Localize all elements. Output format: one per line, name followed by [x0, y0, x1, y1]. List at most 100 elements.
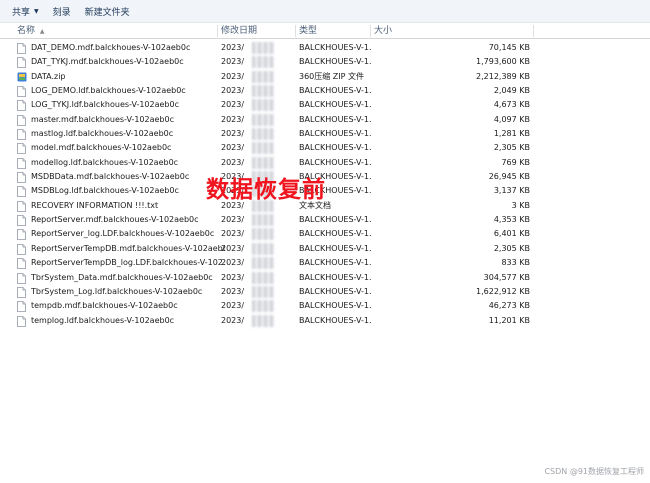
file-row[interactable]: ReportServerTempDB_log.LDF.balckhoues-V-… [0, 256, 650, 270]
file-type: BALCKHOUES-V-1... [299, 215, 371, 225]
file-type: 360压缩 ZIP 文件 [299, 71, 365, 81]
redacted-date-blur [252, 42, 274, 54]
column-date-label: 修改日期 [221, 26, 258, 36]
file-name: templog.ldf.balckhoues-V-102aeb0c [31, 315, 175, 325]
file-size: 4,353 KB [493, 215, 530, 225]
file-name: modellog.ldf.balckhoues-V-102aeb0c [31, 157, 179, 167]
file-size: 2,049 KB [493, 86, 530, 96]
redacted-date-blur [252, 228, 274, 241]
file-type: BALCKHOUES-V-1... [299, 114, 371, 124]
redacted-date-blur [252, 271, 274, 284]
file-name: ReportServer_log.LDF.balckhoues-V-102aeb… [31, 229, 215, 239]
file-row[interactable]: ReportServer.mdf.balckhoues-V-102aeb0c 20… [0, 213, 650, 227]
burn-button[interactable]: 刻录 [53, 5, 71, 18]
file-row[interactable]: LOG_DEMO.ldf.balckhoues-V-102aeb0c 2023/B… [0, 84, 650, 98]
file-row[interactable]: DAT_TYKJ.mdf.balckhoues-V-102aeb0c 2023/B… [0, 55, 650, 69]
file-type: BALCKHOUES-V-1... [299, 243, 371, 253]
sort-ascending-icon: ▲ [39, 28, 45, 35]
column-divider[interactable] [533, 25, 534, 37]
file-name: tempdb.mdf.balckhoues-V-102aeb0c [31, 301, 178, 311]
file-type: BALCKHOUES-V-1... [299, 43, 371, 52]
file-row[interactable]: DATA.zip 2023/360压缩 ZIP 文件 2,212,389 KB [0, 70, 650, 84]
file-icon [17, 301, 26, 313]
file-type: BALCKHOUES-V-1... [299, 258, 371, 268]
share-button[interactable]: 共享 ▼ [12, 5, 39, 18]
column-size-label: 大小 [374, 26, 393, 36]
file-size: 833 KB [501, 258, 530, 268]
file-row[interactable]: model.mdf.balckhoues-V-102aeb0c 2023/BALC… [0, 141, 650, 155]
file-type: BALCKHOUES-V-1... [299, 143, 371, 153]
file-icon [17, 315, 26, 327]
redacted-date-blur [252, 257, 274, 270]
column-header-name[interactable]: 名称 ▲ [14, 24, 218, 38]
column-header-type[interactable]: 类型 [296, 24, 371, 38]
file-name: LOG_TYKJ.ldf.balckhoues-V-102aeb0c [31, 100, 179, 110]
file-size: 46,273 KB [488, 301, 530, 311]
file-row[interactable]: ReportServer_log.LDF.balckhoues-V-102aeb… [0, 227, 650, 241]
file-type: BALCKHOUES-V-1... [299, 57, 371, 67]
file-row[interactable]: modellog.ldf.balckhoues-V-102aeb0c 2023/B… [0, 156, 650, 170]
file-name: DAT_TYKJ.mdf.balckhoues-V-102aeb0c [31, 57, 184, 67]
column-header-date[interactable]: 修改日期 [218, 24, 296, 38]
redacted-date-blur [252, 70, 274, 83]
file-name: ReportServerTempDB.mdf.balckhoues-V-102a… [31, 243, 225, 253]
file-icon [17, 229, 26, 241]
file-name: mastlog.ldf.balckhoues-V-102aeb0c [31, 129, 174, 139]
file-row[interactable]: TbrSystem_Log.ldf.balckhoues-V-102aeb0c 2… [0, 285, 650, 299]
file-icon [17, 200, 26, 212]
file-row[interactable]: mastlog.ldf.balckhoues-V-102aeb0c 2023/BA… [0, 127, 650, 141]
file-name: MSDBLog.ldf.balckhoues-V-102aeb0c [31, 186, 179, 196]
file-icon [17, 86, 26, 97]
file-size: 2,212,389 KB [476, 71, 530, 81]
file-icon [17, 286, 26, 298]
new-folder-button[interactable]: 新建文件夹 [85, 5, 130, 18]
redacted-date-blur [252, 300, 274, 313]
column-header-row: 名称 ▲ 修改日期 类型 大小 [0, 24, 650, 39]
file-name: TbrSystem_Data.mdf.balckhoues-V-102aeb0c [31, 272, 213, 282]
file-size: 26,945 KB [488, 172, 530, 182]
file-row[interactable]: ReportServerTempDB.mdf.balckhoues-V-102a… [0, 242, 650, 256]
redacted-date-blur [252, 285, 274, 298]
file-icon [17, 143, 26, 155]
file-icon [17, 215, 26, 227]
chevron-down-icon: ▼ [34, 7, 39, 15]
file-icon [17, 243, 26, 255]
file-row[interactable]: DAT_DEMO.mdf.balckhoues-V-102aeb0c 2023/B… [0, 41, 650, 55]
file-name: ReportServerTempDB_log.LDF.balckhoues-V-… [31, 258, 225, 268]
file-size: 3 KB [511, 200, 530, 210]
redacted-date-blur [252, 214, 274, 227]
redacted-date-blur [252, 56, 274, 69]
redacted-date-blur [252, 142, 274, 155]
file-size: 6,401 KB [493, 229, 530, 239]
file-row[interactable]: LOG_TYKJ.ldf.balckhoues-V-102aeb0c 2023/B… [0, 98, 650, 112]
file-size: 1,622,912 KB [476, 286, 530, 296]
redacted-date-blur [252, 99, 274, 112]
file-row[interactable]: TbrSystem_Data.mdf.balckhoues-V-102aeb0c… [0, 271, 650, 285]
file-icon [17, 57, 26, 69]
file-name: RECOVERY INFORMATION !!!.txt [31, 200, 159, 210]
toolbar: 共享 ▼ 刻录 新建文件夹 [0, 0, 650, 23]
file-size: 70,145 KB [488, 43, 530, 52]
file-row[interactable]: tempdb.mdf.balckhoues-V-102aeb0c 2023/BAL… [0, 299, 650, 313]
column-header-size[interactable]: 大小 [371, 24, 534, 38]
file-size: 1,281 KB [493, 129, 530, 139]
file-type: BALCKHOUES-V-1... [299, 286, 371, 296]
file-type: BALCKHOUES-V-1... [299, 301, 371, 311]
file-row[interactable]: templog.ldf.balckhoues-V-102aeb0c 2023/BA… [0, 314, 650, 328]
file-size: 1,793,600 KB [476, 57, 530, 67]
redacted-date-blur [252, 156, 274, 169]
file-size: 769 KB [501, 157, 530, 167]
burn-label: 刻录 [52, 7, 71, 18]
file-type: BALCKHOUES-V-1... [299, 272, 371, 282]
file-name: master.mdf.balckhoues-V-102aeb0c [31, 114, 174, 124]
file-name: LOG_DEMO.ldf.balckhoues-V-102aeb0c [31, 86, 186, 96]
file-icon [17, 172, 26, 183]
file-icon [17, 272, 26, 284]
watermark: CSDN @91数据恢复工程师 [544, 467, 644, 476]
new-folder-label: 新建文件夹 [84, 7, 130, 18]
file-size: 2,305 KB [493, 143, 530, 153]
file-size: 4,097 KB [493, 114, 530, 124]
file-size: 3,137 KB [493, 186, 530, 196]
redacted-date-blur [252, 242, 274, 255]
file-row[interactable]: master.mdf.balckhoues-V-102aeb0c 2023/BAL… [0, 113, 650, 127]
